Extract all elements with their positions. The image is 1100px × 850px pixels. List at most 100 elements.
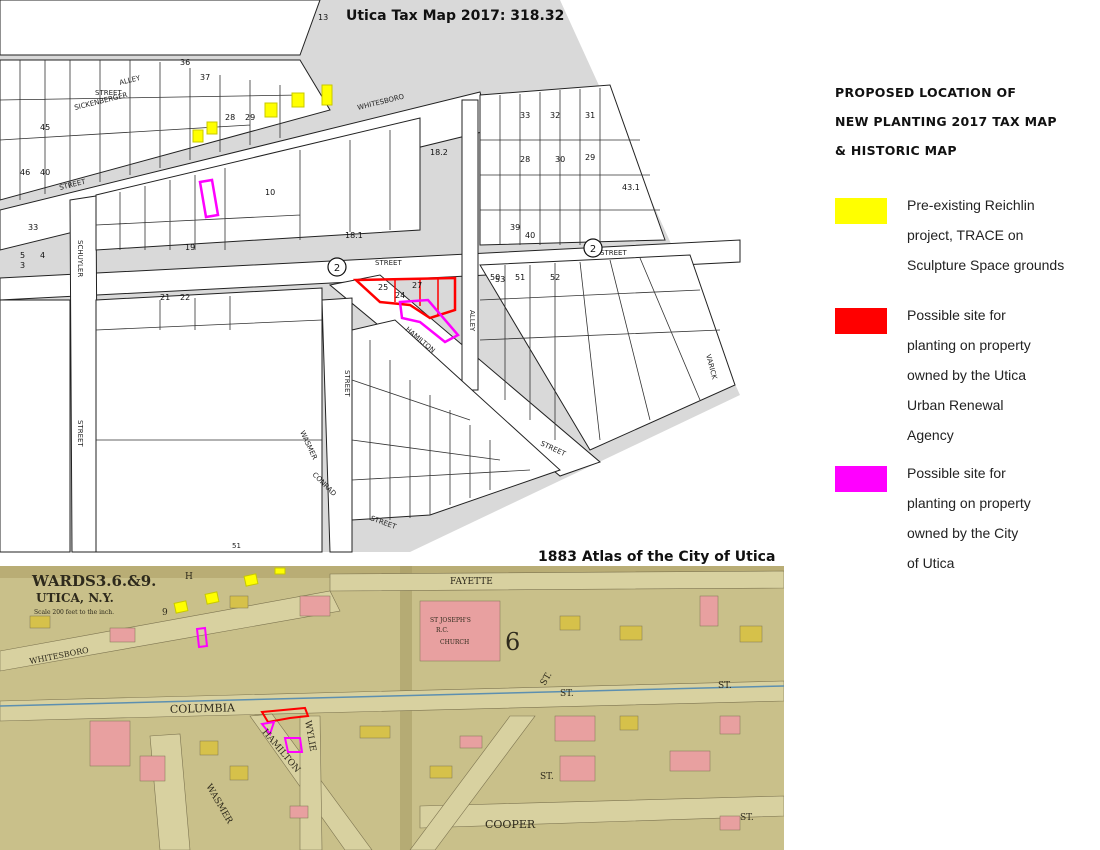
lot-number: 21 bbox=[160, 293, 170, 302]
district-number: 2 bbox=[334, 263, 340, 274]
yellow-swatch bbox=[835, 198, 887, 224]
legend-item-text: Possible site for planting on property o… bbox=[907, 465, 1031, 571]
building bbox=[299, 595, 331, 617]
atlas-street: ST. bbox=[560, 689, 574, 699]
lot-number: 40 bbox=[40, 168, 50, 177]
lot-number: 40 bbox=[525, 231, 535, 240]
fayette-street bbox=[329, 570, 784, 592]
lot-number: 28 bbox=[520, 155, 530, 164]
lot-number: 33 bbox=[520, 111, 530, 120]
atlas-street: ST. bbox=[718, 681, 732, 691]
atlas-street: ST. bbox=[540, 772, 554, 782]
atlas-church-label: R.C. bbox=[436, 627, 449, 634]
building bbox=[459, 735, 483, 749]
red-swatch bbox=[835, 308, 887, 334]
atlas-church-label: ST JOSEPH'S bbox=[430, 617, 471, 624]
lot-number: 3 bbox=[20, 261, 25, 270]
building bbox=[719, 815, 741, 831]
building bbox=[229, 595, 249, 609]
building bbox=[109, 627, 136, 643]
district-number: 2 bbox=[590, 244, 596, 255]
lot-number: 52 bbox=[550, 273, 560, 282]
atlas-street: COLUMBIA bbox=[170, 701, 236, 716]
yellow-site bbox=[192, 129, 204, 143]
building bbox=[359, 725, 391, 739]
tax-map: STREET STREET STREET STREET STREET STREE… bbox=[0, 0, 741, 553]
block-sw bbox=[95, 287, 323, 553]
yellow-site bbox=[243, 573, 259, 587]
building bbox=[289, 805, 309, 819]
atlas-section: H bbox=[185, 572, 193, 582]
building bbox=[559, 755, 596, 782]
building bbox=[29, 615, 51, 629]
block-ne bbox=[479, 84, 666, 246]
street-label: ALLEY bbox=[468, 310, 476, 332]
yellow-site bbox=[274, 567, 286, 575]
building bbox=[554, 715, 596, 742]
legend-heading: PROPOSED LOCATION OF NEW PLANTING 2017 T… bbox=[835, 78, 1095, 165]
atlas-street: ST. bbox=[740, 813, 754, 823]
building bbox=[669, 750, 711, 772]
legend-heading-line: NEW PLANTING 2017 TAX MAP bbox=[835, 114, 1057, 129]
building bbox=[89, 720, 131, 767]
building bbox=[429, 765, 453, 779]
lot-number: 10 bbox=[265, 188, 275, 197]
lot-number: 24 bbox=[395, 291, 405, 300]
lot-number: 19 bbox=[185, 243, 195, 252]
building bbox=[139, 755, 166, 782]
atlas-heading: WARDS3.6.&9. bbox=[31, 572, 156, 590]
legend-item-text: Possible site for planting on property o… bbox=[907, 307, 1031, 443]
atlas-heading: UTICA, N.Y. bbox=[36, 591, 114, 605]
lot-number: 46 bbox=[20, 168, 30, 177]
yellow-site bbox=[291, 92, 305, 108]
yellow-site bbox=[321, 84, 333, 106]
lot-number: 37 bbox=[200, 73, 210, 82]
lot-number: 4 bbox=[40, 251, 45, 260]
lot-number: 18.1 bbox=[345, 231, 363, 240]
district-marker: 2 bbox=[327, 257, 347, 277]
building bbox=[419, 600, 501, 662]
yellow-site bbox=[206, 121, 218, 135]
building bbox=[699, 595, 719, 627]
yellow-site bbox=[264, 102, 278, 118]
building bbox=[199, 740, 219, 756]
lot-number: 53 bbox=[495, 275, 505, 284]
street-label: STREET bbox=[76, 420, 84, 447]
lot-number: 29 bbox=[585, 153, 595, 162]
building bbox=[229, 765, 249, 781]
lot-number: 45 bbox=[40, 123, 50, 132]
historic-atlas-map: WARDS3.6.&9. UTICA, N.Y. Scale 200 feet … bbox=[0, 566, 784, 850]
building bbox=[619, 625, 643, 641]
atlas-scale: Scale 200 feet to the inch. bbox=[34, 609, 114, 616]
lot-number: 32 bbox=[550, 111, 560, 120]
lot-number: 13 bbox=[318, 13, 328, 22]
block-top-left bbox=[0, 0, 321, 56]
legend-panel: PROPOSED LOCATION OF NEW PLANTING 2017 T… bbox=[835, 78, 1095, 165]
lot-number: 51 bbox=[515, 273, 525, 282]
street-label: SCHUYLER bbox=[76, 240, 84, 277]
block-west bbox=[0, 299, 71, 553]
tax-map-title: Utica Tax Map 2017: 318.32 bbox=[346, 8, 565, 24]
lot-number: 29 bbox=[245, 113, 255, 122]
atlas-section: 9 bbox=[162, 608, 168, 618]
lot-number: 43.1 bbox=[622, 183, 640, 192]
lot-number: 39 bbox=[510, 223, 520, 232]
atlas-street: COOPER bbox=[485, 818, 536, 831]
building bbox=[619, 715, 639, 731]
lot-number: 36 bbox=[180, 58, 190, 67]
lot-number: 18.2 bbox=[430, 148, 448, 157]
magenta-swatch bbox=[835, 466, 887, 492]
lot-number: 25 bbox=[378, 283, 388, 292]
yellow-site bbox=[204, 591, 220, 605]
atlas-church-label: CHURCH bbox=[440, 639, 469, 646]
building bbox=[719, 715, 741, 735]
legend-heading-line: PROPOSED LOCATION OF bbox=[835, 85, 1017, 100]
lot-number: 30 bbox=[555, 155, 565, 164]
footer-lot-number: 51 bbox=[232, 542, 241, 550]
atlas-section: 6 bbox=[505, 628, 520, 656]
street-label: STREET bbox=[600, 249, 627, 257]
lot-number: 31 bbox=[585, 111, 595, 120]
lot-number: 33 bbox=[28, 223, 38, 232]
lot-number: 28 bbox=[225, 113, 235, 122]
legend-heading-line: & HISTORIC MAP bbox=[835, 143, 957, 158]
